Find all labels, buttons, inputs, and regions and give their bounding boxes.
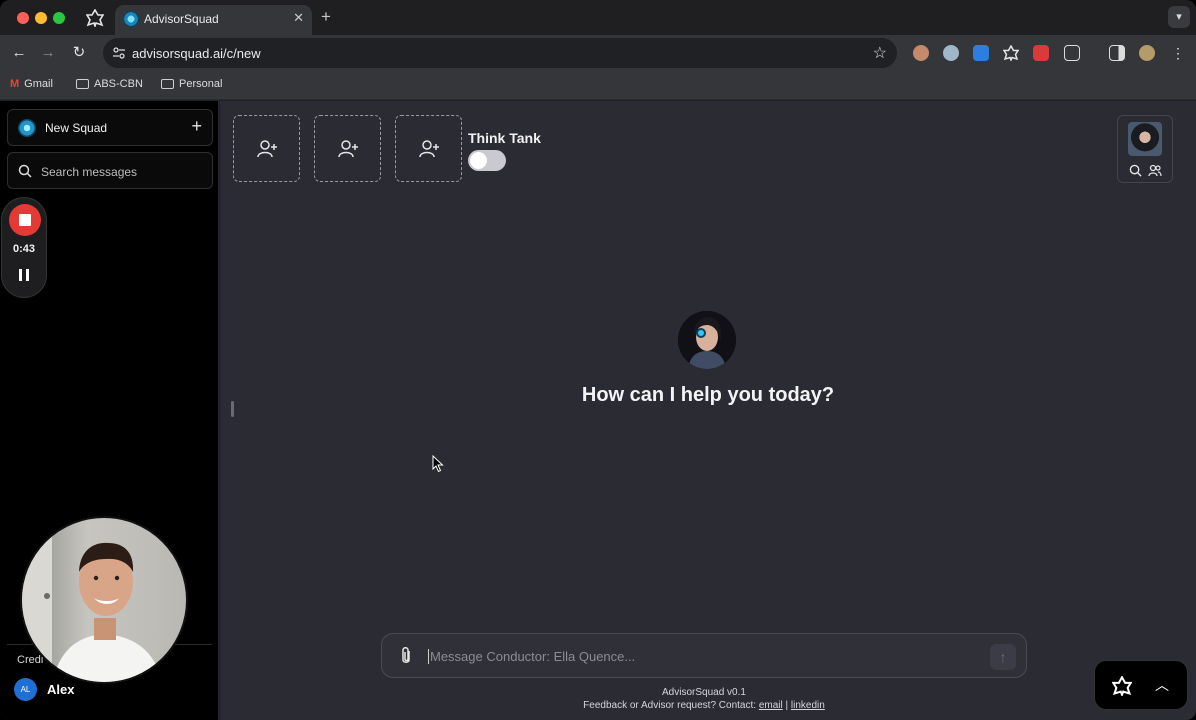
send-button[interactable]: ↑	[990, 644, 1016, 670]
conductor-avatar	[678, 311, 736, 369]
floating-widget[interactable]: ︿	[1094, 660, 1188, 710]
user-avatar[interactable]: AL	[14, 678, 37, 701]
add-user-icon	[338, 140, 358, 158]
attachment-paperclip-icon[interactable]	[398, 646, 414, 666]
bookmark-personal[interactable]: Personal	[161, 78, 222, 90]
browser-toolbar: ← → ↻ advisorsquad.ai/c/new ☆ ⋮	[0, 35, 1196, 71]
search-messages-input[interactable]: Search messages	[7, 152, 213, 189]
new-squad-label: New Squad	[45, 121, 108, 135]
conductor-portrait	[1128, 122, 1162, 156]
main-panel: Think Tank How can I help you today? Mes…	[220, 101, 1196, 720]
screen-recorder-widget: 0:43	[1, 197, 47, 298]
webcam-overlay	[20, 516, 188, 684]
address-bar[interactable]: advisorsquad.ai/c/new ☆	[103, 38, 897, 68]
add-advisor-slot-1[interactable]	[233, 115, 300, 182]
url-text: advisorsquad.ai/c/new	[132, 46, 261, 61]
extensions-puzzle-icon[interactable]	[1064, 45, 1080, 61]
stop-recording-button[interactable]	[9, 204, 41, 236]
tab-title: AdvisorSquad	[144, 12, 219, 26]
think-tank-label: Think Tank	[468, 130, 541, 146]
add-advisor-slot-2[interactable]	[314, 115, 381, 182]
pause-icon[interactable]	[19, 269, 29, 281]
folder-icon	[76, 79, 89, 89]
contact-prefix: Feedback or Advisor request? Contact:	[583, 700, 759, 711]
version-label: AdvisorSquad v0.1	[662, 687, 746, 698]
recording-timer: 0:43	[12, 243, 36, 255]
tab-strip: AdvisorSquad ✕ + ▾	[0, 0, 1196, 35]
conductor-avatar-image	[678, 311, 736, 369]
new-tab-button[interactable]: +	[321, 7, 331, 27]
tab-advisorsquad[interactable]: AdvisorSquad ✕	[115, 5, 312, 35]
bookmarks-bar: M Gmail ABS-CBN Personal	[0, 71, 1196, 100]
side-panel-icon[interactable]	[1109, 45, 1125, 61]
reload-icon[interactable]: ↻	[69, 43, 89, 63]
forward-arrow-icon[interactable]: →	[38, 43, 58, 63]
advisorsquad-logo-icon[interactable]	[1112, 676, 1132, 696]
message-input-placeholder[interactable]: Message Conductor: Ella Quence...	[428, 649, 635, 664]
credits-label: Credi	[17, 654, 44, 666]
plus-icon[interactable]: +	[191, 116, 202, 137]
back-arrow-icon[interactable]: ←	[9, 43, 29, 63]
maximize-window-button[interactable]	[53, 12, 65, 24]
contact-separator: |	[782, 700, 791, 711]
webcam-person-image	[22, 518, 163, 682]
add-user-icon	[419, 140, 439, 158]
think-tank-toggle[interactable]	[468, 150, 506, 171]
browser-window: AdvisorSquad ✕ + ▾ ← → ↻ advisorsquad.ai…	[0, 0, 1196, 720]
extension-advisorsquad-icon[interactable]	[1003, 45, 1019, 61]
close-window-button[interactable]	[17, 12, 29, 24]
tab-close-icon[interactable]: ✕	[293, 10, 304, 26]
chevron-up-icon[interactable]: ︿	[1155, 675, 1169, 695]
bookmark-label: Gmail	[24, 78, 53, 90]
message-composer[interactable]: Message Conductor: Ella Quence... ↑	[381, 633, 1027, 678]
search-icon[interactable]	[1129, 164, 1142, 177]
linkedin-link[interactable]: linkedin	[791, 700, 825, 711]
minimize-window-button[interactable]	[35, 12, 47, 24]
search-icon	[18, 164, 32, 178]
extension-avatar-icon[interactable]	[913, 45, 929, 61]
bookmark-label: ABS-CBN	[94, 78, 143, 90]
user-name[interactable]: Alex	[47, 682, 74, 697]
add-user-icon	[257, 140, 277, 158]
site-settings-icon[interactable]	[112, 46, 126, 60]
gmail-icon: M	[10, 78, 20, 90]
greeting-title: How can I help you today?	[581, 384, 835, 406]
bookmark-star-icon[interactable]: ☆	[873, 43, 887, 63]
profile-avatar-icon[interactable]	[1139, 45, 1155, 61]
tab-search-chevron-icon[interactable]: ▾	[1168, 6, 1190, 28]
add-advisor-slot-3[interactable]	[395, 115, 462, 182]
extension-blue-icon[interactable]	[973, 45, 989, 61]
advisorsquad-favicon-icon	[123, 11, 139, 27]
contact-line: Feedback or Advisor request? Contact: em…	[220, 700, 1188, 711]
advisorsquad-logo-icon	[18, 119, 36, 137]
extension-spiral-icon[interactable]	[943, 45, 959, 61]
extension-red-icon[interactable]	[1033, 45, 1049, 61]
conductor-card[interactable]	[1117, 115, 1173, 183]
bookmark-abs-cbn[interactable]: ABS-CBN	[76, 78, 143, 90]
bookmark-gmail[interactable]: M Gmail	[10, 78, 53, 90]
bookmark-label: Personal	[179, 78, 223, 90]
mouse-cursor-icon	[432, 455, 444, 473]
new-squad-button[interactable]: New Squad +	[7, 109, 213, 146]
folder-icon	[161, 79, 174, 89]
email-link[interactable]: email	[759, 700, 783, 711]
search-placeholder: Search messages	[41, 165, 138, 179]
browser-menu-icon[interactable]: ⋮	[1168, 43, 1188, 63]
users-icon[interactable]	[1148, 164, 1162, 177]
advisorsquad-logo-icon[interactable]	[86, 9, 104, 27]
